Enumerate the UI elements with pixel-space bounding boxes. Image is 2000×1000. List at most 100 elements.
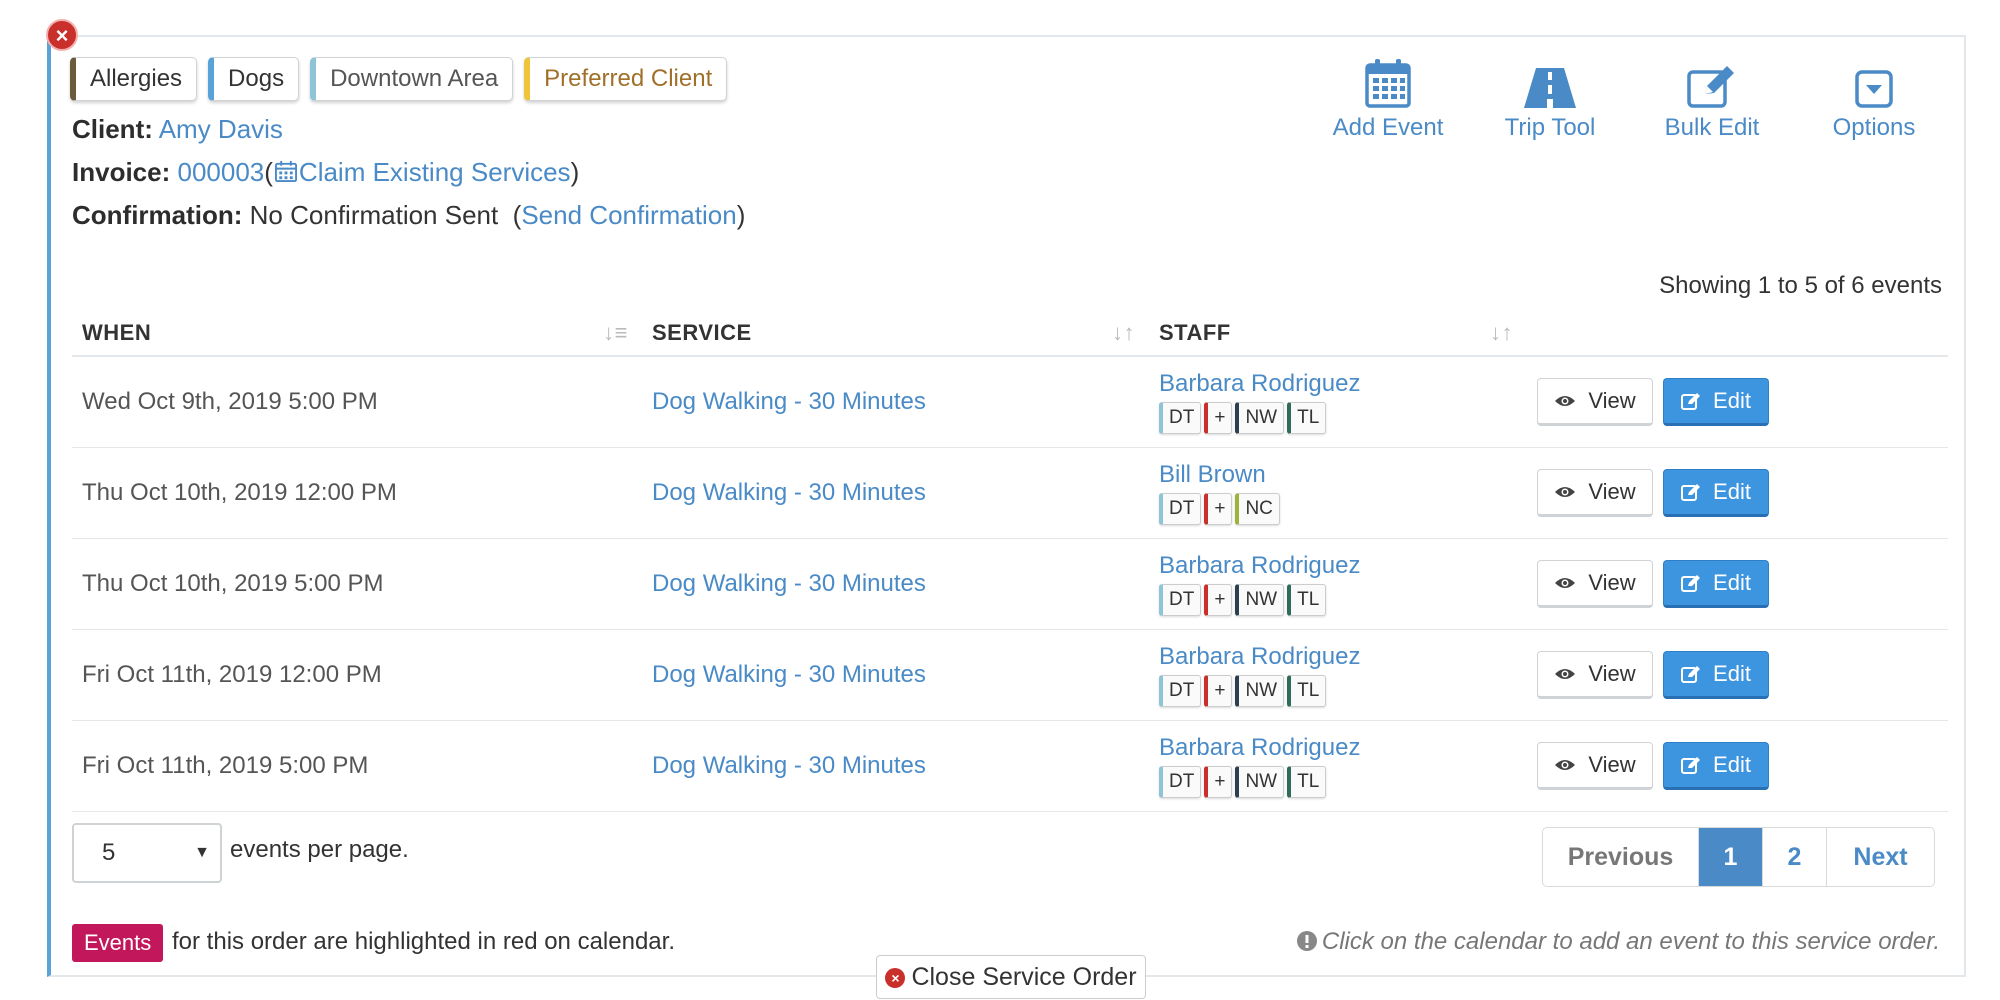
close-service-order-label: Close Service Order — [911, 963, 1137, 991]
view-label: View — [1588, 478, 1636, 504]
staff-link[interactable]: Barbara Rodriguez — [1159, 734, 1360, 761]
event-when: Thu Oct 10th, 2019 5:00 PM — [72, 538, 642, 630]
column-header-when[interactable]: WHEN ↓≡ — [72, 310, 642, 357]
edit-button[interactable]: Edit — [1663, 377, 1769, 426]
sort-icon: ↓↑ — [1490, 320, 1513, 345]
staff-badge: TL — [1287, 583, 1327, 616]
staff-link[interactable]: Bill Brown — [1159, 461, 1266, 488]
pagination: Previous 1 2 Next — [1542, 827, 1935, 887]
close-circle-icon: × — [885, 968, 906, 988]
options-button[interactable]: Options — [1794, 56, 1954, 142]
client-label: Client: — [72, 114, 153, 144]
event-when: Fri Oct 11th, 2019 12:00 PM — [72, 629, 642, 721]
staff-link[interactable]: Barbara Rodriguez — [1159, 552, 1360, 579]
staff-badge: DT — [1159, 401, 1202, 434]
tag-downtown-area: Downtown Area — [310, 57, 514, 101]
events-badge: Events — [72, 924, 164, 962]
edit-button[interactable]: Edit — [1663, 468, 1769, 517]
eye-icon — [1555, 668, 1576, 679]
eye-icon — [1555, 486, 1576, 497]
edit-button[interactable]: Edit — [1663, 559, 1769, 608]
dropdown-arrow-icon: ▼ — [194, 844, 210, 861]
staff-badge: DT — [1159, 765, 1202, 798]
staff-badge: NC — [1235, 492, 1280, 525]
view-button[interactable]: View — [1537, 559, 1653, 608]
trip-tool-label: Trip Tool — [1504, 114, 1596, 141]
edit-label: Edit — [1713, 478, 1751, 504]
column-header-staff[interactable]: STAFF ↓↑ — [1149, 310, 1527, 357]
staff-badge: + — [1204, 674, 1233, 707]
staff-link[interactable]: Barbara Rodriguez — [1159, 370, 1360, 397]
staff-badges: DT + NW TL — [1159, 674, 1527, 707]
confirmation-line: Confirmation: No Confirmation Sent (Send… — [72, 198, 745, 232]
table-row: Thu Oct 10th, 2019 12:00 PM Dog Walking … — [72, 447, 1948, 539]
staff-badges: DT + NC — [1159, 492, 1527, 525]
per-page-value: 5 — [102, 839, 116, 866]
view-button[interactable]: View — [1537, 468, 1653, 517]
next-page-button[interactable]: Next — [1826, 828, 1934, 886]
edit-icon — [1681, 392, 1701, 410]
edit-icon — [1681, 756, 1701, 774]
staff-badges: DT + NW TL — [1159, 765, 1527, 798]
staff-badge: DT — [1159, 492, 1202, 525]
service-link[interactable]: Dog Walking - 30 Minutes — [652, 752, 926, 779]
view-label: View — [1588, 660, 1636, 686]
column-header-service[interactable]: SERVICE ↓↑ — [642, 310, 1149, 357]
tag-dogs: Dogs — [208, 57, 300, 101]
claim-existing-services-link[interactable]: Claim Existing Services — [273, 157, 571, 187]
event-when: Thu Oct 10th, 2019 12:00 PM — [72, 447, 642, 539]
table-row: Fri Oct 11th, 2019 12:00 PM Dog Walking … — [72, 629, 1948, 721]
edit-button[interactable]: Edit — [1663, 741, 1769, 790]
events-per-page-select[interactable]: 5 ▼ — [72, 823, 222, 883]
service-link[interactable]: Dog Walking - 30 Minutes — [652, 570, 926, 597]
send-confirmation-link[interactable]: Send Confirmation — [521, 200, 736, 230]
staff-badge: TL — [1287, 401, 1327, 434]
add-event-label: Add Event — [1332, 114, 1444, 141]
invoice-label: Invoice: — [72, 157, 171, 187]
per-page-label: events per page. — [230, 836, 409, 863]
invoice-close-paren: ) — [570, 157, 580, 187]
sort-icon: ↓↑ — [1112, 320, 1135, 345]
close-service-order-button[interactable]: × Close Service Order — [876, 955, 1146, 999]
trip-tool-button[interactable]: Trip Tool — [1470, 56, 1630, 142]
client-tags: Allergies Dogs Downtown Area Preferred Clie… — [70, 57, 728, 101]
edit-label: Edit — [1713, 660, 1751, 686]
claim-existing-services-label: Claim Existing Services — [298, 157, 571, 187]
previous-page-button[interactable]: Previous — [1543, 828, 1698, 886]
invoice-number-link[interactable]: 000003 — [177, 157, 264, 187]
staff-badge: + — [1204, 583, 1233, 616]
page-1-button[interactable]: 1 — [1698, 828, 1762, 886]
events-note: for this order are highlighted in red on… — [172, 928, 675, 955]
edit-label: Edit — [1713, 751, 1751, 777]
staff-badge: TL — [1287, 674, 1327, 707]
staff-badge: TL — [1287, 765, 1327, 798]
service-link[interactable]: Dog Walking - 30 Minutes — [652, 661, 926, 688]
edit-icon — [1681, 574, 1701, 592]
staff-badge: + — [1204, 492, 1233, 525]
edit-label: Edit — [1713, 387, 1751, 413]
bulk-edit-button[interactable]: Bulk Edit — [1632, 56, 1792, 142]
close-panel-icon[interactable]: × — [46, 19, 78, 51]
edit-button[interactable]: Edit — [1663, 650, 1769, 699]
event-when: Wed Oct 9th, 2019 5:00 PM — [72, 356, 642, 448]
page-2-button[interactable]: 2 — [1762, 828, 1826, 886]
eye-icon — [1555, 577, 1576, 588]
view-button[interactable]: View — [1537, 377, 1653, 426]
service-link[interactable]: Dog Walking - 30 Minutes — [652, 388, 926, 415]
client-name-link[interactable]: Amy Davis — [159, 114, 283, 144]
view-button[interactable]: View — [1537, 650, 1653, 699]
options-label: Options — [1832, 114, 1916, 141]
view-label: View — [1588, 569, 1636, 595]
eye-icon — [1555, 395, 1576, 406]
staff-badges: DT + NW TL — [1159, 583, 1527, 616]
staff-link[interactable]: Barbara Rodriguez — [1159, 643, 1360, 670]
add-event-button[interactable]: Add Event — [1308, 56, 1468, 142]
confirmation-status: No Confirmation Sent — [249, 200, 499, 230]
staff-badge: NW — [1235, 401, 1285, 434]
service-link[interactable]: Dog Walking - 30 Minutes — [652, 479, 926, 506]
edit-label: Edit — [1713, 569, 1751, 595]
confirmation-close-paren: ) — [736, 200, 746, 230]
view-button[interactable]: View — [1537, 741, 1653, 790]
staff-badge: NW — [1235, 583, 1285, 616]
staff-badge: DT — [1159, 583, 1202, 616]
